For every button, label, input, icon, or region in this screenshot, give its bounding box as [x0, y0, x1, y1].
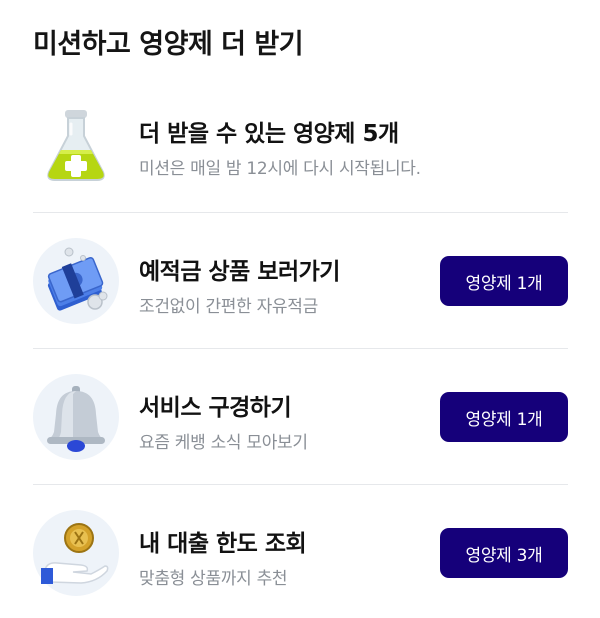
- bell-icon: [33, 374, 119, 460]
- flask-icon: [33, 102, 119, 188]
- reward-button[interactable]: 영양제 1개: [440, 392, 568, 442]
- reward-button[interactable]: 영양제 3개: [440, 528, 568, 578]
- summary-subtitle: 미션은 매일 밤 12시에 다시 시작됩니다.: [139, 159, 421, 179]
- mission-loan-limit-check[interactable]: 내 대출 한도 조회 맞춤형 상품까지 추천 영양제 3개: [33, 484, 568, 618]
- mission-subtitle: 요즘 케뱅 소식 모아보기: [139, 433, 308, 453]
- mission-title: 내 대출 한도 조회: [139, 531, 307, 557]
- reward-button[interactable]: 영양제 1개: [440, 256, 568, 306]
- page-title: 미션하고 영양제 더 받기: [33, 29, 304, 60]
- coin-hand-icon: [33, 510, 119, 596]
- remaining-supplements-summary: 더 받을 수 있는 영양제 5개 미션은 매일 밤 12시에 다시 시작됩니다.: [33, 76, 568, 212]
- mission-title: 서비스 구경하기: [139, 395, 292, 421]
- money-bundle-icon: [33, 238, 119, 324]
- mission-screen: 미션하고 영양제 더 받기 더 받을 수 있는 영양제 5개 미션은 매일 밤 …: [0, 0, 600, 618]
- mission-savings-products[interactable]: 예적금 상품 보러가기 조건없이 간편한 자유적금 영양제 1개: [33, 212, 568, 348]
- mission-subtitle: 맞춤형 상품까지 추천: [139, 569, 288, 589]
- summary-title: 더 받을 수 있는 영양제 5개: [139, 121, 399, 147]
- mission-subtitle: 조건없이 간편한 자유적금: [139, 297, 318, 317]
- mission-browse-services[interactable]: 서비스 구경하기 요즘 케뱅 소식 모아보기 영양제 1개: [33, 348, 568, 484]
- mission-title: 예적금 상품 보러가기: [139, 259, 340, 285]
